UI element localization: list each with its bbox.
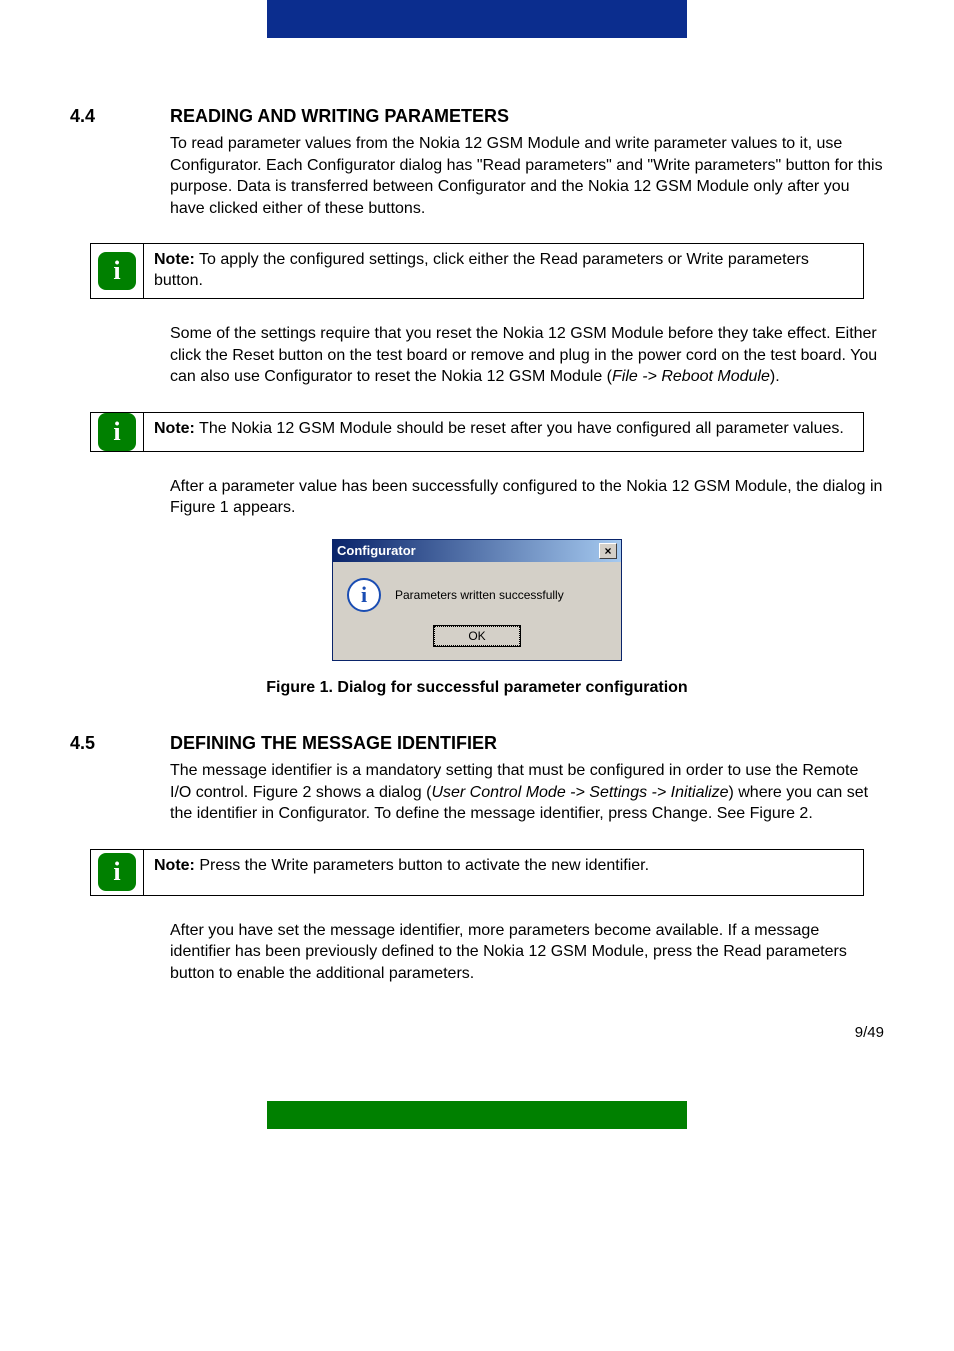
note-icon-cell: i	[91, 413, 143, 451]
note-box: i Note: The Nokia 12 GSM Module should b…	[90, 412, 864, 452]
note-body: Press the Write parameters button to act…	[195, 857, 649, 874]
note-text: Note: Press the Write parameters button …	[143, 850, 863, 895]
info-icon: i	[98, 252, 136, 290]
page-content: 4.4 READING AND WRITING PARAMETERS To re…	[0, 106, 954, 984]
ok-button[interactable]: OK	[434, 626, 520, 646]
note-icon-cell: i	[91, 244, 143, 298]
paragraph: The message identifier is a mandatory se…	[170, 760, 884, 825]
note-body: The Nokia 12 GSM Module should be reset …	[195, 420, 844, 437]
note-label: Note:	[154, 251, 195, 268]
close-icon[interactable]: ×	[599, 543, 617, 559]
section-4-5-header: 4.5 DEFINING THE MESSAGE IDENTIFIER	[70, 733, 884, 754]
paragraph: Some of the settings require that you re…	[170, 323, 884, 388]
note-label: Note:	[154, 420, 195, 437]
note-box: i Note: Press the Write parameters butto…	[90, 849, 864, 896]
paragraph: To read parameter values from the Nokia …	[170, 133, 884, 219]
section-title: DEFINING THE MESSAGE IDENTIFIER	[170, 733, 497, 754]
note-body: To apply the configured settings, click …	[154, 251, 809, 289]
note-box: i Note: To apply the configured settings…	[90, 243, 864, 299]
dialog-button-row: OK	[333, 620, 621, 660]
note-label: Note:	[154, 857, 195, 874]
dialog-body: i Parameters written successfully	[333, 562, 621, 620]
note-text: Note: To apply the configured settings, …	[143, 244, 863, 298]
menu-path: User Control Mode -> Settings -> Initial…	[431, 784, 728, 801]
figure-caption: Figure 1. Dialog for successful paramete…	[70, 679, 884, 697]
section-number: 4.5	[70, 733, 170, 754]
info-icon: i	[98, 413, 136, 451]
info-icon: i	[98, 853, 136, 891]
dialog-message: Parameters written successfully	[395, 588, 564, 602]
configurator-dialog: Configurator × i Parameters written succ…	[332, 539, 622, 661]
paragraph: After a parameter value has been success…	[170, 476, 884, 519]
dialog-title: Configurator	[337, 543, 416, 558]
text-span: ).	[770, 368, 780, 385]
menu-path: File -> Reboot Module	[612, 368, 770, 385]
section-number: 4.4	[70, 106, 170, 127]
page-number: 9/49	[0, 1024, 884, 1041]
note-icon-cell: i	[91, 850, 143, 895]
info-icon: i	[347, 578, 381, 612]
section-4-4-header: 4.4 READING AND WRITING PARAMETERS	[70, 106, 884, 127]
note-text: Note: The Nokia 12 GSM Module should be …	[143, 413, 863, 451]
paragraph: After you have set the message identifie…	[170, 920, 884, 985]
footer-band	[267, 1101, 687, 1129]
dialog-titlebar: Configurator ×	[333, 540, 621, 562]
header-band	[267, 0, 687, 38]
section-title: READING AND WRITING PARAMETERS	[170, 106, 509, 127]
dialog-figure: Configurator × i Parameters written succ…	[70, 539, 884, 661]
